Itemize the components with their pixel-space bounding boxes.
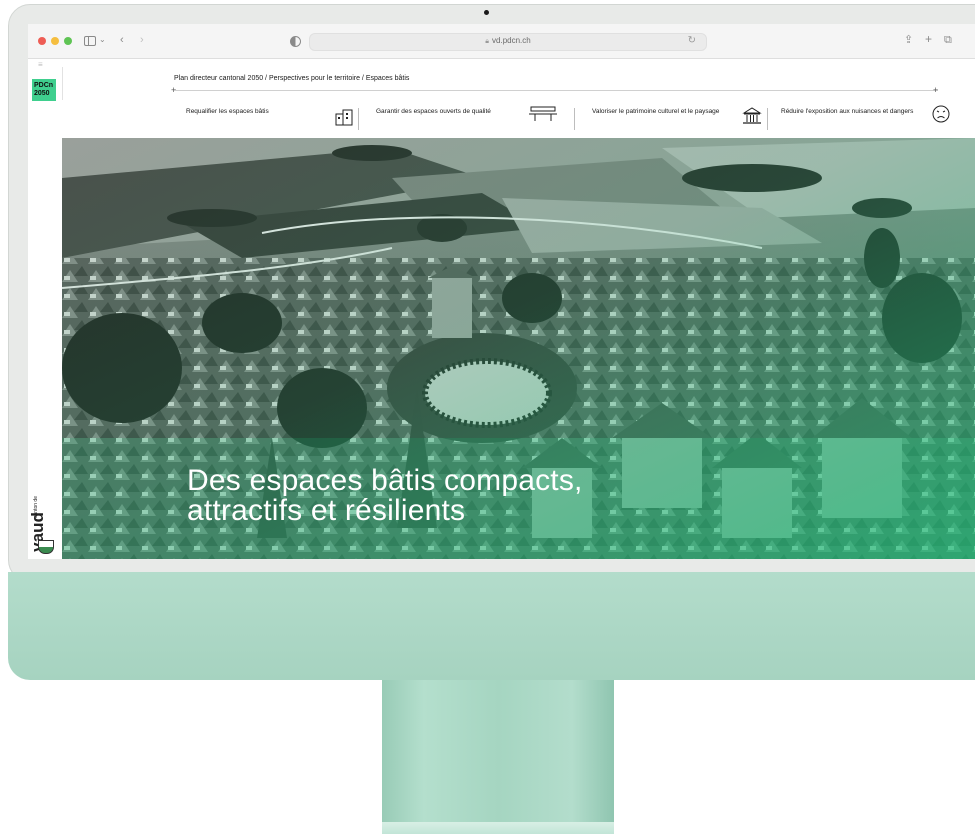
divider	[174, 90, 938, 91]
tabs-overview-icon[interactable]: ⧉	[944, 33, 952, 47]
buildings-icon	[335, 109, 353, 126]
privacy-shield-icon[interactable]	[290, 36, 301, 47]
bench-icon	[529, 106, 557, 121]
plus-mark-icon: +	[933, 85, 939, 95]
browser-toolbar: ⌄ ‹ › 🔒︎ vd.pdcn.ch ↻ ⇪ + ⧉	[28, 24, 975, 59]
nav-separator	[358, 108, 359, 130]
nav-item-requalifier[interactable]: Requalifier les espaces bâtis	[186, 100, 376, 136]
nav-item-label: Réduire l'exposition aux nuisances et da…	[781, 108, 914, 115]
screen: ⌄ ‹ › 🔒︎ vd.pdcn.ch ↻ ⇪ + ⧉ ≡ PDCn 2050 c…	[28, 24, 975, 559]
vaud-shield-icon	[38, 540, 54, 554]
hero-title: Des espaces bâtis compacts, attractifs e…	[187, 466, 747, 526]
address-bar[interactable]: 🔒︎ vd.pdcn.ch ↻	[309, 33, 707, 51]
new-tab-icon[interactable]: +	[925, 32, 932, 46]
url-text: vd.pdcn.ch	[492, 36, 531, 45]
hero-title-line1: Des espaces bâtis compacts,	[187, 464, 583, 497]
canton-vaud-logo[interactable]: canton de vaud	[28, 492, 60, 554]
lock-icon: 🔒︎	[485, 38, 490, 45]
sad-face-icon	[932, 105, 950, 123]
nav-item-label: Requalifier les espaces bâtis	[186, 108, 269, 115]
theme-nav: Requalifier les espaces bâtis Garantir d…	[62, 100, 975, 138]
share-icon[interactable]: ⇪	[904, 33, 913, 47]
nav-item-reduire[interactable]: Réduire l'exposition aux nuisances et da…	[781, 100, 971, 136]
reload-icon[interactable]: ↻	[688, 35, 696, 46]
nav-separator	[767, 108, 768, 130]
monitor-stand	[382, 680, 614, 834]
nav-item-label: Valoriser le patrimoine culturel et le p…	[592, 108, 720, 115]
monitor-stand-base	[382, 822, 614, 834]
hero-title-line2: attractifs et résilients	[187, 494, 466, 527]
monument-icon	[742, 107, 762, 124]
camera-dot	[484, 10, 489, 15]
nav-item-label: Garantir des espaces ouverts de qualité	[376, 108, 491, 115]
nav-item-garantir[interactable]: Garantir des espaces ouverts de qualité	[376, 100, 558, 136]
monitor-chin	[8, 572, 975, 680]
close-window-button[interactable]	[38, 37, 46, 45]
logo-line1: PDCn	[34, 82, 54, 89]
nav-separator	[574, 108, 575, 130]
chevron-down-icon[interactable]: ⌄	[99, 33, 106, 47]
hero-banner: Des espaces bâtis compacts, attractifs e…	[62, 138, 975, 559]
maximize-window-button[interactable]	[64, 37, 72, 45]
forward-arrow-icon[interactable]: ›	[140, 33, 144, 47]
site-rail: PDCn 2050 canton de vaud	[28, 67, 63, 559]
minimize-window-button[interactable]	[51, 37, 59, 45]
nav-item-valoriser[interactable]: Valoriser le patrimoine culturel et le p…	[592, 100, 762, 136]
pdcn-logo[interactable]: PDCn 2050	[32, 79, 56, 101]
breadcrumb[interactable]: Plan directeur cantonal 2050 / Perspecti…	[174, 75, 409, 82]
logo-line2: 2050	[34, 89, 50, 97]
sidebar-toggle-icon[interactable]	[84, 36, 96, 46]
back-arrow-icon[interactable]: ‹	[120, 33, 124, 47]
